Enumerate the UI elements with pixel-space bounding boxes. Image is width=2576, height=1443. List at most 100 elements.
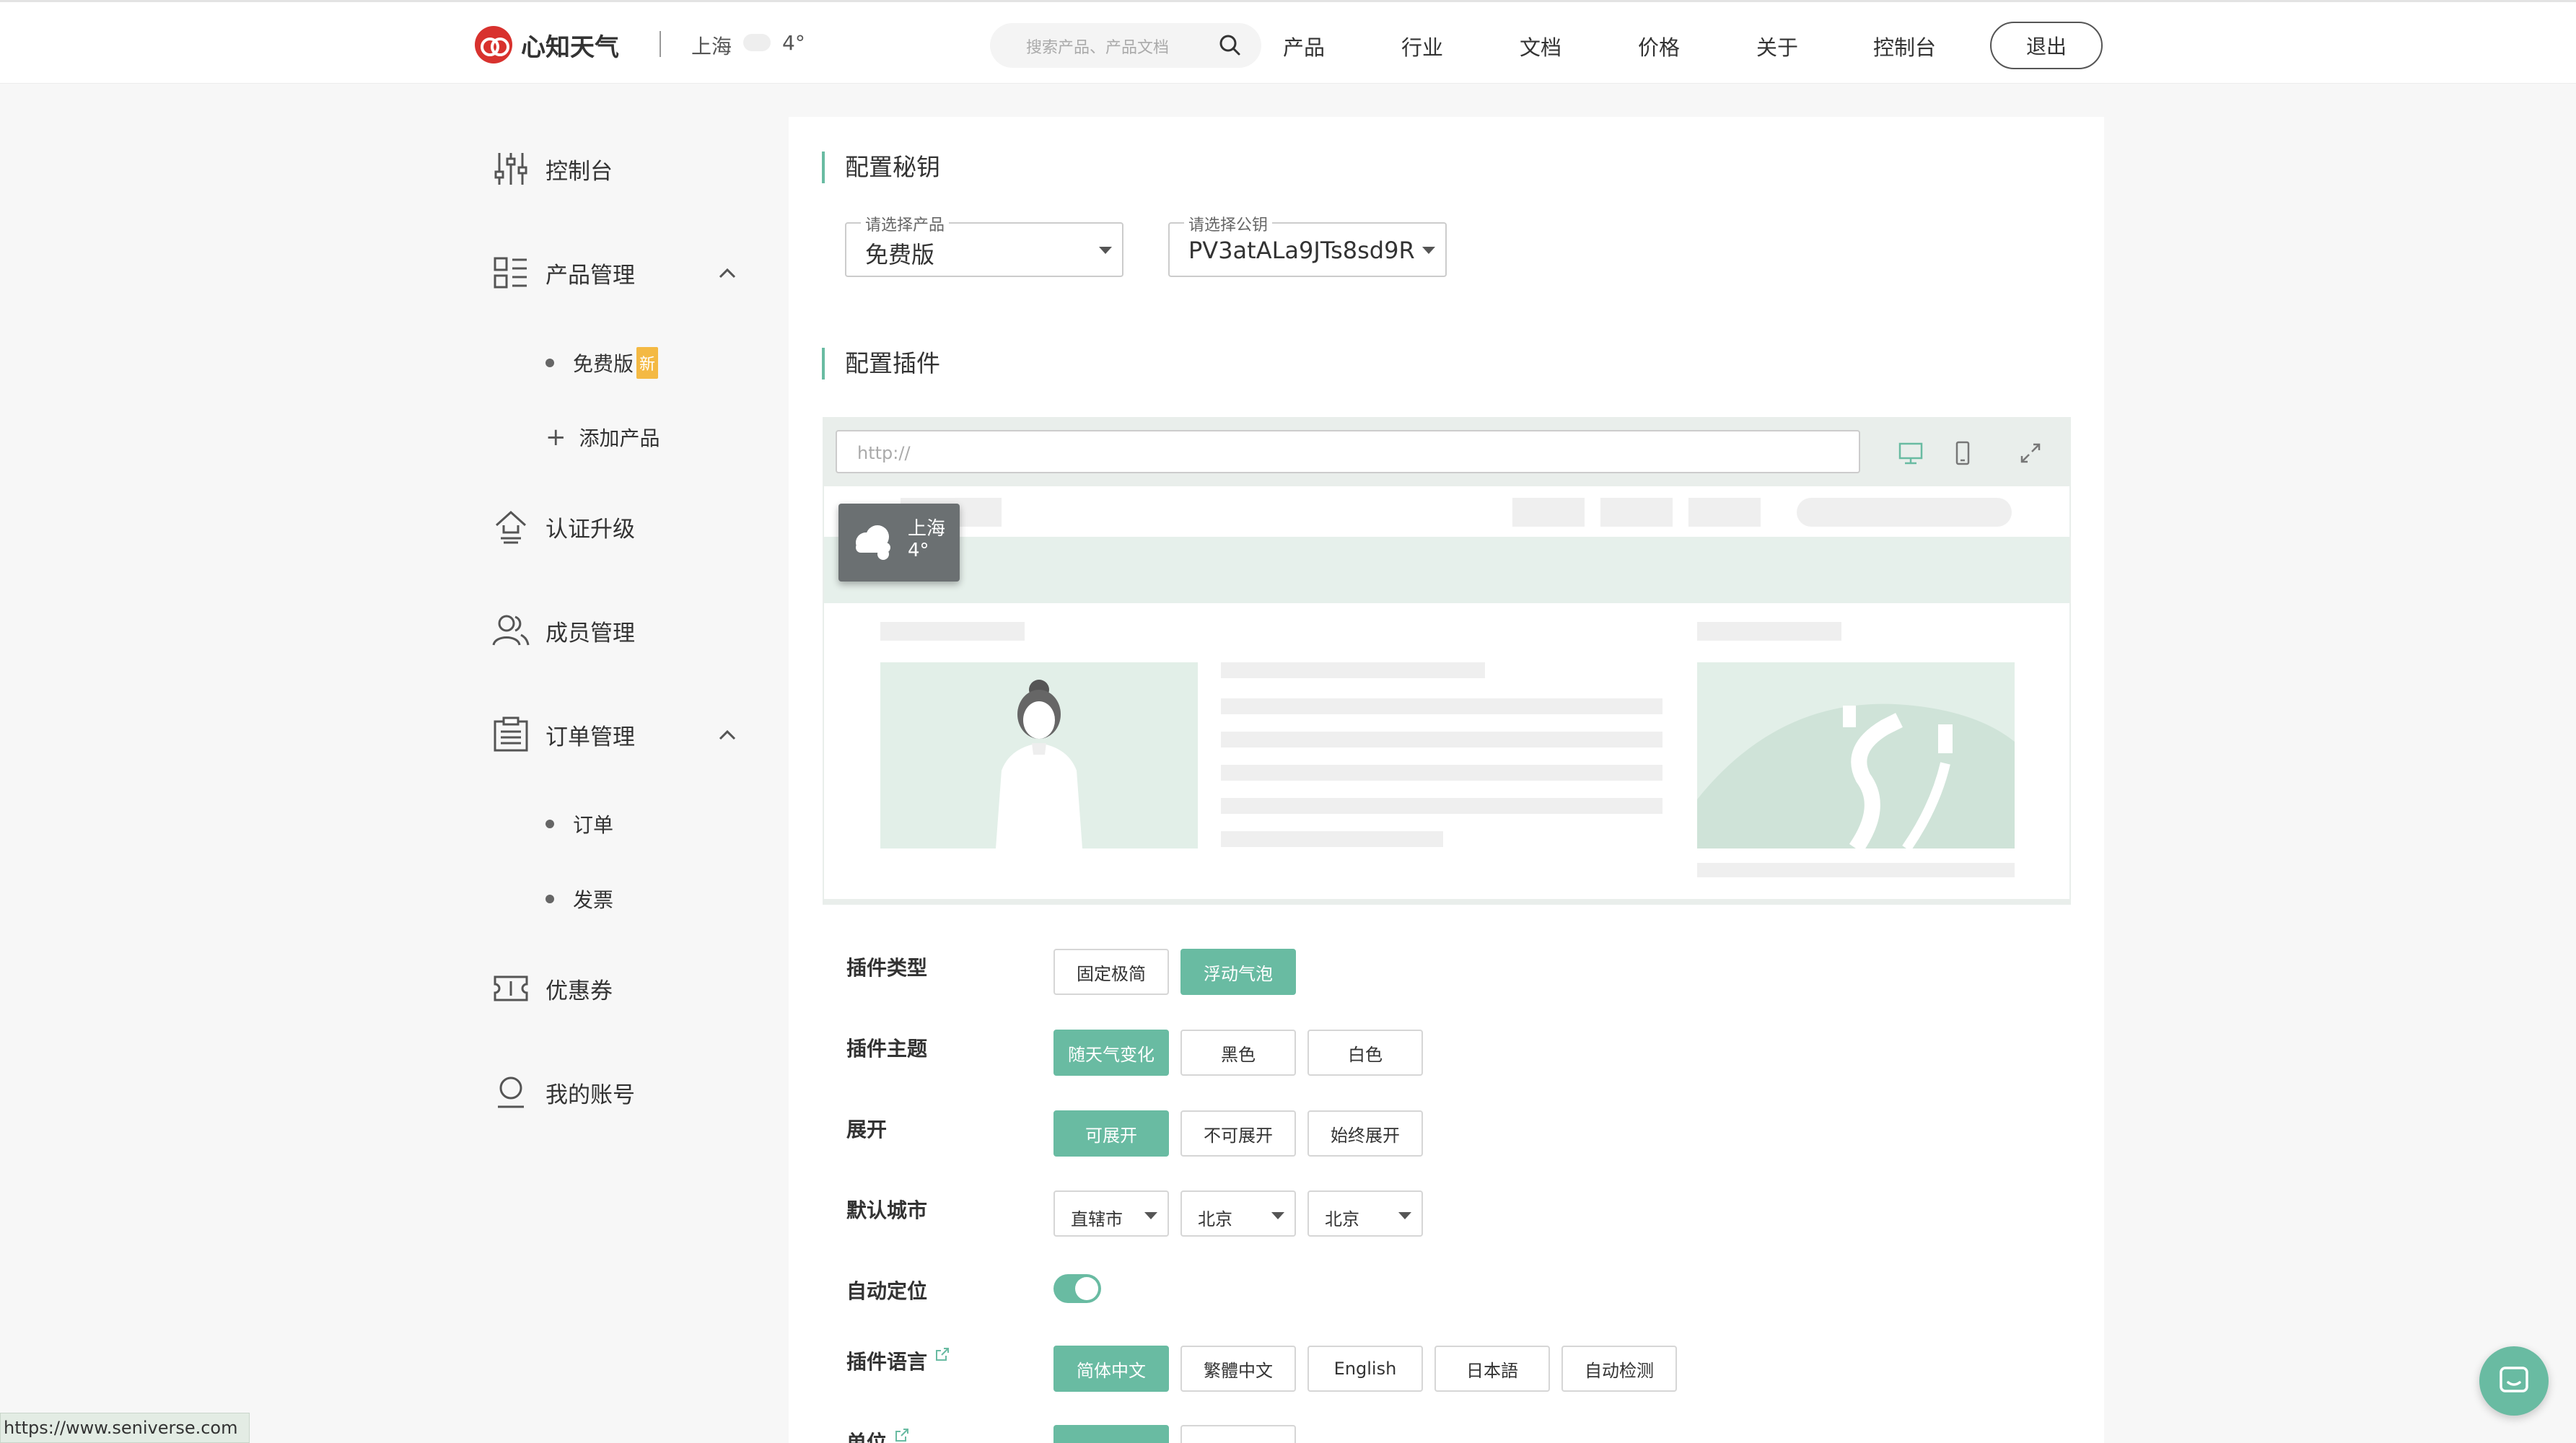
bullet-dot [546, 820, 554, 828]
preview-url-input[interactable]: http:// [836, 430, 1860, 473]
plugin-language-label: 插件语言 [846, 1346, 950, 1375]
unit-text: 单位 [846, 1431, 888, 1443]
caret-down-icon [1144, 1212, 1157, 1219]
public-key-select[interactable]: 请选择公钥 PV3atALa9JTs8sd9R [1168, 212, 1447, 277]
great-wall-icon [1697, 703, 2015, 848]
theme-white-button[interactable]: 白色 [1307, 1030, 1423, 1076]
placeholder-banner [824, 537, 2069, 603]
new-badge: 新 [636, 347, 659, 379]
plugin-theme-label: 插件主题 [846, 1037, 928, 1061]
lang-auto-button[interactable]: 自动检测 [1561, 1346, 1677, 1392]
sliders-icon [494, 153, 527, 185]
district-select[interactable]: 北京 [1307, 1190, 1423, 1237]
plus-icon: + [546, 423, 566, 452]
type-floating-button[interactable]: 浮动气泡 [1180, 949, 1296, 995]
sidebar-sub-add-product[interactable]: + 添加产品 [546, 423, 660, 452]
expand-always-button[interactable]: 始终展开 [1307, 1110, 1423, 1157]
sidebar-sub-label: 发票 [573, 888, 614, 912]
auto-locate-toggle[interactable] [1053, 1274, 1101, 1303]
auto-locate-label: 自动定位 [846, 1279, 928, 1303]
city-select[interactable]: 北京 [1180, 1190, 1296, 1237]
caret-down-icon [1422, 247, 1435, 254]
weather-widget-bubble[interactable]: 上海 4° [838, 504, 960, 582]
nav-about[interactable]: 关于 [1756, 31, 1798, 61]
search-input[interactable]: 搜索产品、产品文档 [990, 23, 1261, 68]
users-icon [492, 615, 530, 646]
placeholder-text [1221, 732, 1662, 747]
brand-logo[interactable]: 心知天气 [475, 26, 619, 63]
district-select-value: 北京 [1325, 1209, 1359, 1229]
nav-industries[interactable]: 行业 [1401, 31, 1443, 61]
default-city-label: 默认城市 [846, 1198, 928, 1222]
unit-celsius-button[interactable] [1053, 1425, 1169, 1443]
plugin-preview: http:// 上海 4° [823, 417, 2071, 905]
sidebar-item-console[interactable]: 控制台 [492, 147, 613, 190]
toggle-knob [1075, 1277, 1098, 1300]
expand-icon[interactable] [2018, 440, 2043, 466]
placeholder-figure-image [880, 662, 1198, 848]
sidebar-item-coupons[interactable]: 优惠券 [492, 967, 613, 1010]
placeholder-text [1221, 662, 1485, 678]
lang-zh-tw-button[interactable]: 繁體中文 [1180, 1346, 1296, 1392]
caret-down-icon [1099, 247, 1112, 254]
bullet-dot [546, 895, 554, 903]
sidebar-item-account[interactable]: 我的账号 [492, 1071, 635, 1114]
main-panel: 配置秘钥 请选择产品 免费版 请选择公钥 PV3atALa9JTs8sd9R 配… [789, 117, 2104, 1443]
placeholder-text [1221, 765, 1662, 781]
chevron-up-icon[interactable] [714, 722, 740, 747]
nav-docs[interactable]: 文档 [1520, 31, 1561, 61]
external-link-icon[interactable] [934, 1346, 950, 1362]
config-plugin-title: 配置插件 [822, 348, 940, 380]
sidebar-sub-label: 免费版 [573, 352, 634, 376]
sidebar-sub-label: 订单 [573, 813, 614, 837]
expand-yes-button[interactable]: 可展开 [1053, 1110, 1169, 1157]
sidebar-item-members[interactable]: 成员管理 [492, 609, 635, 652]
chat-support-button[interactable] [2479, 1346, 2549, 1416]
sidebar-sub-label: 添加产品 [579, 426, 660, 450]
bullet-dot [546, 359, 554, 367]
sidebar-item-label: 优惠券 [546, 978, 613, 1004]
city-select-value: 北京 [1198, 1209, 1232, 1229]
widget-temperature: 4° [908, 540, 929, 561]
grid-list-icon [494, 257, 527, 289]
brand-logo-icon [475, 26, 512, 63]
mobile-icon[interactable] [1950, 440, 1976, 466]
desktop-icon[interactable] [1898, 440, 1924, 466]
caret-down-icon [1271, 1212, 1284, 1219]
lang-ja-button[interactable]: 日本語 [1434, 1346, 1550, 1392]
sidebar-sub-free-plan[interactable]: 免费版 新 [546, 347, 659, 379]
placeholder-nav [1512, 498, 1585, 527]
expand-label: 展开 [846, 1118, 888, 1141]
province-select[interactable]: 直辖市 [1053, 1190, 1169, 1237]
nav-console[interactable]: 控制台 [1873, 31, 1936, 61]
external-link-icon[interactable] [894, 1427, 910, 1443]
sidebar-sub-invoices[interactable]: 发票 [546, 885, 613, 913]
logout-button[interactable]: 退出 [1990, 22, 2103, 69]
unit-fahrenheit-button[interactable] [1180, 1425, 1296, 1443]
sidebar-item-orders[interactable]: 订单管理 [492, 713, 635, 756]
lang-en-button[interactable]: English [1307, 1346, 1423, 1392]
expand-no-button[interactable]: 不可展开 [1180, 1110, 1296, 1157]
theme-black-button[interactable]: 黑色 [1180, 1030, 1296, 1076]
clipboard-icon [494, 716, 528, 752]
sidebar-item-label: 我的账号 [546, 1082, 635, 1108]
lang-zh-cn-button[interactable]: 简体中文 [1053, 1346, 1169, 1392]
placeholder-landscape-image [1697, 662, 2015, 848]
search-placeholder: 搜索产品、产品文档 [1026, 39, 1170, 57]
type-fixed-button[interactable]: 固定极简 [1053, 949, 1169, 995]
plugin-language-text: 插件语言 [846, 1350, 928, 1374]
public-key-select-value: PV3atALa9JTs8sd9R [1188, 237, 1415, 264]
product-select[interactable]: 请选择产品 免费版 [845, 212, 1123, 277]
sidebar-item-label: 控制台 [546, 158, 613, 185]
sidebar-item-products[interactable]: 产品管理 [492, 251, 635, 294]
top-header: 心知天气 上海 4° 搜索产品、产品文档 产品 行业 文档 价格 关于 控制台 … [0, 0, 2576, 84]
chevron-up-icon[interactable] [714, 260, 740, 286]
theme-weather-button[interactable]: 随天气变化 [1053, 1030, 1169, 1076]
sidebar-item-verification[interactable]: 认证升级 [492, 505, 635, 548]
search-icon[interactable] [1218, 33, 1241, 56]
nav-pricing[interactable]: 价格 [1638, 31, 1680, 61]
placeholder-text [1221, 831, 1443, 847]
sidebar-sub-orders[interactable]: 订单 [546, 810, 613, 838]
nav-products[interactable]: 产品 [1283, 31, 1325, 61]
placeholder-text [880, 622, 1025, 641]
